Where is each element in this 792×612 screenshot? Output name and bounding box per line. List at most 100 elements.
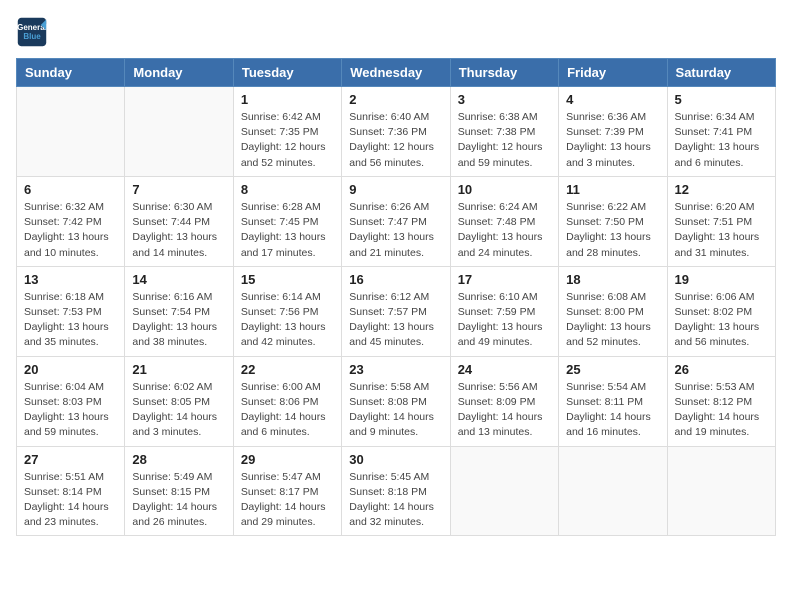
day-number: 29 bbox=[241, 452, 334, 467]
day-number: 9 bbox=[349, 182, 442, 197]
calendar-week-row: 27 Sunrise: 5:51 AM Sunset: 8:14 PM Dayli… bbox=[17, 446, 776, 536]
day-number: 4 bbox=[566, 92, 659, 107]
day-detail: Sunrise: 6:20 AM Sunset: 7:51 PM Dayligh… bbox=[675, 200, 768, 261]
svg-text:Blue: Blue bbox=[23, 32, 41, 41]
calendar-cell: 1 Sunrise: 6:42 AM Sunset: 7:35 PM Daylig… bbox=[233, 87, 341, 177]
day-number: 25 bbox=[566, 362, 659, 377]
weekday-header-tuesday: Tuesday bbox=[233, 59, 341, 87]
calendar-cell: 13 Sunrise: 6:18 AM Sunset: 7:53 PM Dayli… bbox=[17, 266, 125, 356]
day-number: 20 bbox=[24, 362, 117, 377]
calendar-cell: 17 Sunrise: 6:10 AM Sunset: 7:59 PM Dayli… bbox=[450, 266, 558, 356]
calendar-cell: 6Sunrise: 6:32 AM Sunset: 7:42 PM Daylig… bbox=[17, 176, 125, 266]
calendar-cell: 16 Sunrise: 6:12 AM Sunset: 7:57 PM Dayli… bbox=[342, 266, 450, 356]
calendar-cell: 3Sunrise: 6:38 AM Sunset: 7:38 PM Daylig… bbox=[450, 87, 558, 177]
day-number: 21 bbox=[132, 362, 225, 377]
calendar-week-row: 13 Sunrise: 6:18 AM Sunset: 7:53 PM Dayli… bbox=[17, 266, 776, 356]
day-number: 17 bbox=[458, 272, 551, 287]
day-detail: Sunrise: 6:14 AM Sunset: 7:56 PM Dayligh… bbox=[241, 290, 334, 351]
day-detail: Sunrise: 6:30 AM Sunset: 7:44 PM Dayligh… bbox=[132, 200, 225, 261]
page-header: General Blue bbox=[16, 16, 776, 48]
day-number: 2 bbox=[349, 92, 442, 107]
day-number: 13 bbox=[24, 272, 117, 287]
day-detail: Sunrise: 6:06 AM Sunset: 8:02 PM Dayligh… bbox=[675, 290, 768, 351]
day-detail: Sunrise: 6:40 AM Sunset: 7:36 PM Dayligh… bbox=[349, 110, 442, 171]
day-number: 30 bbox=[349, 452, 442, 467]
calendar-cell: 18 Sunrise: 6:08 AM Sunset: 8:00 PM Dayli… bbox=[559, 266, 667, 356]
calendar-cell: 28Sunrise: 5:49 AM Sunset: 8:15 PM Dayli… bbox=[125, 446, 233, 536]
day-detail: Sunrise: 5:47 AM Sunset: 8:17 PM Dayligh… bbox=[241, 470, 334, 531]
calendar-cell bbox=[17, 87, 125, 177]
day-number: 18 bbox=[566, 272, 659, 287]
day-number: 16 bbox=[349, 272, 442, 287]
day-detail: Sunrise: 5:58 AM Sunset: 8:08 PM Dayligh… bbox=[349, 380, 442, 441]
calendar-cell bbox=[667, 446, 775, 536]
day-detail: Sunrise: 6:22 AM Sunset: 7:50 PM Dayligh… bbox=[566, 200, 659, 261]
day-detail: Sunrise: 6:32 AM Sunset: 7:42 PM Dayligh… bbox=[24, 200, 117, 261]
calendar-cell: 19 Sunrise: 6:06 AM Sunset: 8:02 PM Dayli… bbox=[667, 266, 775, 356]
day-detail: Sunrise: 6:04 AM Sunset: 8:03 PM Dayligh… bbox=[24, 380, 117, 441]
calendar-cell: 11 Sunrise: 6:22 AM Sunset: 7:50 PM Dayli… bbox=[559, 176, 667, 266]
day-detail: Sunrise: 5:56 AM Sunset: 8:09 PM Dayligh… bbox=[458, 380, 551, 441]
calendar-header-row: SundayMondayTuesdayWednesdayThursdayFrid… bbox=[17, 59, 776, 87]
calendar-week-row: 20 Sunrise: 6:04 AM Sunset: 8:03 PM Dayli… bbox=[17, 356, 776, 446]
day-number: 11 bbox=[566, 182, 659, 197]
day-detail: Sunrise: 5:54 AM Sunset: 8:11 PM Dayligh… bbox=[566, 380, 659, 441]
calendar-cell: 9 Sunrise: 6:26 AM Sunset: 7:47 PM Daylig… bbox=[342, 176, 450, 266]
weekday-header-thursday: Thursday bbox=[450, 59, 558, 87]
day-number: 1 bbox=[241, 92, 334, 107]
logo-icon: General Blue bbox=[16, 16, 48, 48]
calendar-cell: 15Sunrise: 6:14 AM Sunset: 7:56 PM Dayli… bbox=[233, 266, 341, 356]
calendar-cell: 24 Sunrise: 5:56 AM Sunset: 8:09 PM Dayli… bbox=[450, 356, 558, 446]
calendar-cell: 10 Sunrise: 6:24 AM Sunset: 7:48 PM Dayli… bbox=[450, 176, 558, 266]
weekday-header-friday: Friday bbox=[559, 59, 667, 87]
day-number: 26 bbox=[675, 362, 768, 377]
day-detail: Sunrise: 6:28 AM Sunset: 7:45 PM Dayligh… bbox=[241, 200, 334, 261]
calendar-week-row: 6Sunrise: 6:32 AM Sunset: 7:42 PM Daylig… bbox=[17, 176, 776, 266]
day-detail: Sunrise: 6:24 AM Sunset: 7:48 PM Dayligh… bbox=[458, 200, 551, 261]
day-number: 8 bbox=[241, 182, 334, 197]
calendar-cell bbox=[125, 87, 233, 177]
weekday-header-saturday: Saturday bbox=[667, 59, 775, 87]
day-detail: Sunrise: 6:12 AM Sunset: 7:57 PM Dayligh… bbox=[349, 290, 442, 351]
day-detail: Sunrise: 6:34 AM Sunset: 7:41 PM Dayligh… bbox=[675, 110, 768, 171]
calendar-cell: 26 Sunrise: 5:53 AM Sunset: 8:12 PM Dayli… bbox=[667, 356, 775, 446]
calendar-cell: 30 Sunrise: 5:45 AM Sunset: 8:18 PM Dayli… bbox=[342, 446, 450, 536]
calendar-cell: 25 Sunrise: 5:54 AM Sunset: 8:11 PM Dayli… bbox=[559, 356, 667, 446]
calendar-cell bbox=[450, 446, 558, 536]
weekday-header-wednesday: Wednesday bbox=[342, 59, 450, 87]
day-detail: Sunrise: 6:00 AM Sunset: 8:06 PM Dayligh… bbox=[241, 380, 334, 441]
day-number: 10 bbox=[458, 182, 551, 197]
weekday-header-sunday: Sunday bbox=[17, 59, 125, 87]
day-detail: Sunrise: 6:02 AM Sunset: 8:05 PM Dayligh… bbox=[132, 380, 225, 441]
calendar-cell: 14 Sunrise: 6:16 AM Sunset: 7:54 PM Dayli… bbox=[125, 266, 233, 356]
calendar-cell bbox=[559, 446, 667, 536]
day-detail: Sunrise: 5:53 AM Sunset: 8:12 PM Dayligh… bbox=[675, 380, 768, 441]
calendar-cell: 21 Sunrise: 6:02 AM Sunset: 8:05 PM Dayli… bbox=[125, 356, 233, 446]
day-detail: Sunrise: 5:49 AM Sunset: 8:15 PM Dayligh… bbox=[132, 470, 225, 531]
calendar-table: SundayMondayTuesdayWednesdayThursdayFrid… bbox=[16, 58, 776, 536]
day-number: 27 bbox=[24, 452, 117, 467]
day-number: 7 bbox=[132, 182, 225, 197]
day-detail: Sunrise: 6:26 AM Sunset: 7:47 PM Dayligh… bbox=[349, 200, 442, 261]
day-detail: Sunrise: 6:18 AM Sunset: 7:53 PM Dayligh… bbox=[24, 290, 117, 351]
day-number: 24 bbox=[458, 362, 551, 377]
day-detail: Sunrise: 6:16 AM Sunset: 7:54 PM Dayligh… bbox=[132, 290, 225, 351]
calendar-cell: 27 Sunrise: 5:51 AM Sunset: 8:14 PM Dayli… bbox=[17, 446, 125, 536]
day-number: 5 bbox=[675, 92, 768, 107]
day-number: 14 bbox=[132, 272, 225, 287]
logo: General Blue bbox=[16, 16, 48, 48]
day-detail: Sunrise: 6:10 AM Sunset: 7:59 PM Dayligh… bbox=[458, 290, 551, 351]
weekday-header-monday: Monday bbox=[125, 59, 233, 87]
day-number: 19 bbox=[675, 272, 768, 287]
calendar-cell: 5 Sunrise: 6:34 AM Sunset: 7:41 PM Daylig… bbox=[667, 87, 775, 177]
calendar-cell: 20 Sunrise: 6:04 AM Sunset: 8:03 PM Dayli… bbox=[17, 356, 125, 446]
calendar-cell: 29 Sunrise: 5:47 AM Sunset: 8:17 PM Dayli… bbox=[233, 446, 341, 536]
day-number: 3 bbox=[458, 92, 551, 107]
day-detail: Sunrise: 6:42 AM Sunset: 7:35 PM Dayligh… bbox=[241, 110, 334, 171]
day-detail: Sunrise: 5:51 AM Sunset: 8:14 PM Dayligh… bbox=[24, 470, 117, 531]
day-detail: Sunrise: 6:08 AM Sunset: 8:00 PM Dayligh… bbox=[566, 290, 659, 351]
calendar-cell: 23Sunrise: 5:58 AM Sunset: 8:08 PM Dayli… bbox=[342, 356, 450, 446]
calendar-cell: 8 Sunrise: 6:28 AM Sunset: 7:45 PM Daylig… bbox=[233, 176, 341, 266]
day-detail: Sunrise: 5:45 AM Sunset: 8:18 PM Dayligh… bbox=[349, 470, 442, 531]
calendar-cell: 12Sunrise: 6:20 AM Sunset: 7:51 PM Dayli… bbox=[667, 176, 775, 266]
